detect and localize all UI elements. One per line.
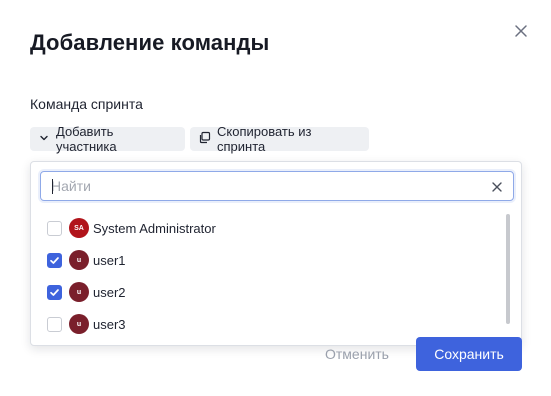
checkbox[interactable] [47, 316, 62, 332]
chevron-down-icon [38, 132, 50, 147]
add-team-dialog: Добавление команды Команда спринта Добав… [0, 0, 551, 396]
copy-from-sprint-label: Скопировать из спринта [217, 124, 312, 154]
close-icon[interactable] [512, 22, 530, 40]
checkbox[interactable] [47, 220, 62, 236]
avatar: u [69, 282, 89, 302]
user-option[interactable]: u user3 [47, 310, 126, 338]
add-member-button[interactable]: Добавить участника [30, 124, 185, 154]
member-picker-dropdown: SA System Administrator u user1 u [30, 161, 522, 346]
user-name: user2 [93, 284, 126, 300]
avatar: SA [69, 218, 89, 238]
checkbox[interactable] [47, 284, 62, 300]
save-button[interactable]: Сохранить [416, 337, 522, 371]
search-input[interactable] [41, 173, 471, 199]
user-option[interactable]: u user1 [47, 246, 126, 274]
checkbox[interactable] [47, 252, 62, 268]
copy-icon [198, 131, 211, 147]
user-name: user1 [93, 252, 126, 268]
avatar: u [69, 250, 89, 270]
search-box [40, 171, 514, 201]
scrollbar[interactable] [506, 214, 510, 324]
dialog-title: Добавление команды [30, 30, 270, 55]
checkmark-icon [50, 256, 59, 264]
user-name: System Administrator [93, 220, 216, 236]
user-option[interactable]: u user2 [47, 278, 126, 306]
checkmark-icon [50, 288, 59, 296]
text-caret [52, 179, 53, 194]
section-label: Команда спринта [30, 96, 143, 112]
add-member-label: Добавить участника [56, 124, 117, 154]
copy-from-sprint-button[interactable]: Скопировать из спринта [190, 124, 369, 154]
cancel-button[interactable]: Отменить [313, 337, 401, 371]
user-option[interactable]: SA System Administrator [47, 214, 216, 242]
clear-icon[interactable] [491, 180, 503, 192]
user-name: user3 [93, 316, 126, 332]
avatar: u [69, 314, 89, 334]
